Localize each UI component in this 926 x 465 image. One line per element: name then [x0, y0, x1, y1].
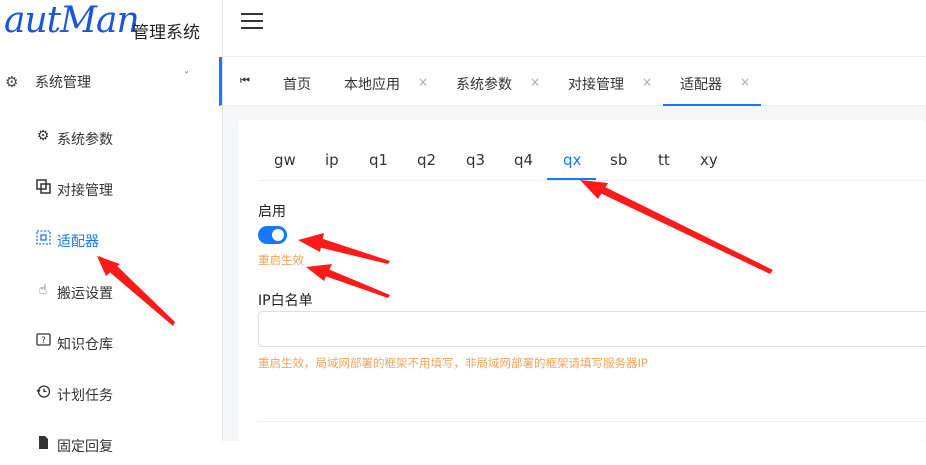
file-icon	[35, 435, 51, 454]
enable-switch[interactable]	[258, 226, 287, 244]
adapter-icon	[35, 230, 51, 249]
adapter-tab-gw[interactable]: gw	[274, 151, 296, 169]
app-title: 管理系统	[132, 23, 200, 43]
sidebar-item-knowledge[interactable]: ? 知识仓库	[0, 323, 222, 363]
sidebar-item-label: 固定回复	[57, 439, 113, 455]
history-icon	[35, 384, 51, 403]
logo-script: autMan	[4, 0, 140, 41]
adapter-tab-q1[interactable]: q1	[369, 151, 388, 169]
sidebar-item-fixed-reply[interactable]: 固定回复	[0, 425, 222, 465]
close-icon[interactable]: ×	[418, 75, 428, 89]
tab-adapter[interactable]: 适配器 ×	[663, 57, 761, 106]
first-tab-icon[interactable]: ⏮	[240, 74, 250, 88]
gear-icon: ⚙	[36, 128, 50, 144]
sidebar-item-label: 系统参数	[57, 132, 113, 148]
tab-home[interactable]: 首页	[283, 57, 323, 104]
close-icon[interactable]: ×	[530, 75, 540, 89]
tab-local-apps[interactable]: 本地应用 ×	[344, 57, 434, 104]
sidebar-item-docking[interactable]: 对接管理	[0, 169, 222, 209]
switch-knob	[272, 229, 284, 241]
sidebar-item-transport[interactable]: ☝ 搬运设置	[0, 272, 222, 312]
tab-label: 对接管理	[568, 77, 624, 93]
form-divider	[258, 421, 926, 422]
sidebar-item-label: 计划任务	[57, 388, 113, 404]
menu-group-label: 系统管理	[35, 75, 91, 91]
adapter-tab-ip[interactable]: ip	[325, 151, 339, 169]
top-bar	[223, 0, 926, 57]
svg-text:?: ?	[41, 336, 46, 346]
sidebar: autMan 管理系统 ⚙ 系统管理 ˅ ⚙ 系统参数 对接管理 适配器 ☝ 搬…	[0, 0, 223, 455]
menu-toggle-icon[interactable]	[241, 13, 263, 31]
tab-label: 本地应用	[344, 77, 400, 93]
active-tab-indicator	[547, 178, 596, 180]
gear-icon: ⚙	[5, 73, 19, 91]
adapter-tab-xy[interactable]: xy	[700, 151, 718, 169]
enable-label: 启用	[258, 204, 286, 220]
hand-pointer-icon: ☝	[38, 282, 48, 298]
close-icon[interactable]: ×	[740, 75, 750, 89]
adapter-tab-tt[interactable]: tt	[658, 151, 670, 169]
tab-docking[interactable]: 对接管理 ×	[568, 57, 658, 104]
close-icon[interactable]: ×	[642, 75, 652, 89]
adapter-tab-sb[interactable]: sb	[610, 151, 627, 169]
tab-system-params[interactable]: 系统参数 ×	[456, 57, 546, 104]
chevron-down-icon: ˅	[184, 71, 189, 82]
whitelist-hint: 重启生效，局域网部署的框架不用填写，非局域网部署的框架请填写服务器IP	[258, 356, 648, 370]
adapter-tab-q3[interactable]: q3	[466, 151, 485, 169]
tab-label: 首页	[283, 77, 311, 93]
menu-group-system[interactable]: ⚙ 系统管理 ˅	[0, 56, 222, 104]
link-square-icon	[35, 179, 51, 198]
question-square-icon: ?	[35, 333, 51, 352]
sidebar-item-system-params[interactable]: ⚙ 系统参数	[0, 118, 222, 158]
tab-label: 适配器	[680, 77, 722, 93]
adapter-tabs: gw ip q1 q2 q3 q4 qx sb tt xy	[258, 140, 926, 181]
enable-hint: 重启生效	[258, 253, 304, 267]
adapter-tab-q4[interactable]: q4	[514, 151, 533, 169]
adapter-tab-q2[interactable]: q2	[417, 151, 436, 169]
sidebar-item-label: 对接管理	[57, 183, 113, 199]
sidebar-item-adapter[interactable]: 适配器	[0, 220, 222, 260]
sidebar-item-label: 搬运设置	[57, 286, 113, 302]
whitelist-input-box	[258, 311, 926, 347]
sidebar-item-schedule[interactable]: 计划任务	[0, 374, 222, 414]
sidebar-item-label: 知识仓库	[57, 337, 113, 353]
whitelist-input[interactable]	[259, 312, 926, 346]
logo: autMan 管理系统	[0, 0, 222, 56]
sidebar-item-label: 适配器	[57, 234, 99, 250]
whitelist-label: IP白名单	[258, 293, 313, 309]
adapter-tab-qx[interactable]: qx	[563, 151, 581, 169]
tab-bar: ⏮ 首页 本地应用 × 系统参数 × 对接管理 × 适配器 ×	[219, 57, 926, 106]
tab-label: 系统参数	[456, 77, 512, 93]
